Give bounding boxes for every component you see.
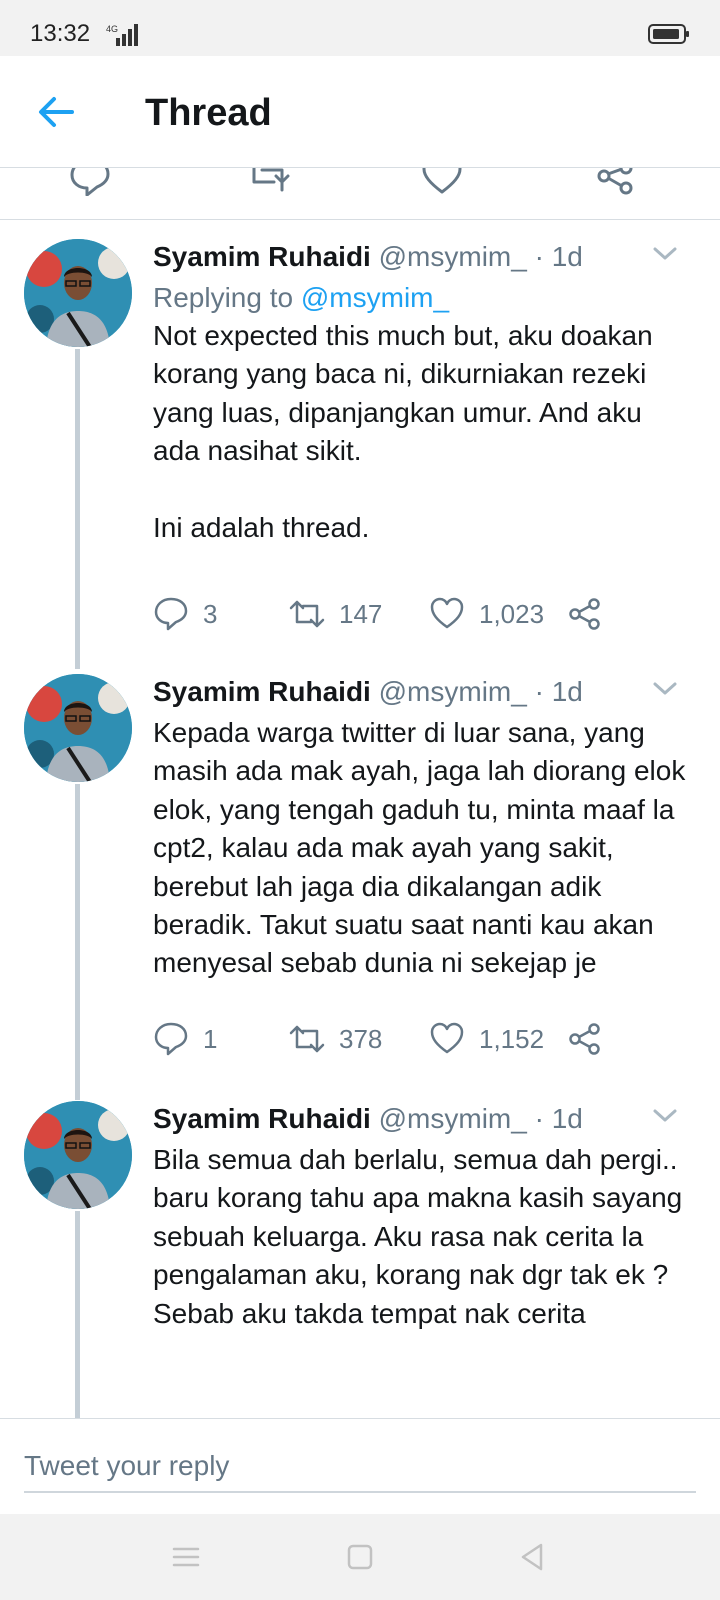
signal-icon: 4G xyxy=(106,24,138,46)
like-button[interactable]: 1,152 xyxy=(429,1019,544,1059)
chevron-down-icon[interactable] xyxy=(652,680,678,698)
retweet-button[interactable]: 378 xyxy=(289,1019,382,1059)
avatar[interactable] xyxy=(24,1101,132,1209)
tweet[interactable]: Syamim Ruhaidi @msymim_ · 1d Replying to… xyxy=(0,239,720,689)
tweet-header: Syamim Ruhaidi @msymim_ · 1d xyxy=(153,239,696,279)
profile-photo xyxy=(24,674,132,782)
profile-photo xyxy=(24,1101,132,1209)
chevron-down-icon[interactable] xyxy=(652,245,678,263)
menu-icon[interactable] xyxy=(169,1540,203,1574)
heart-icon xyxy=(430,1022,464,1054)
avatar[interactable] xyxy=(24,674,132,782)
reply-count: 3 xyxy=(203,598,218,629)
home-square-icon[interactable] xyxy=(343,1540,377,1574)
share-icon xyxy=(569,598,600,630)
replying-to-label: Replying to xyxy=(153,282,294,313)
heart-icon[interactable] xyxy=(420,168,464,196)
system-nav-bar xyxy=(0,1514,720,1600)
heart-icon xyxy=(430,597,464,629)
retweet-button[interactable]: 147 xyxy=(289,594,382,634)
tweet-body: Syamim Ruhaidi @msymim_ · 1d Replying to… xyxy=(153,239,696,547)
like-count: 1,023 xyxy=(479,598,545,629)
author-name[interactable]: Syamim Ruhaidi xyxy=(153,1103,371,1134)
like-count: 1,152 xyxy=(479,1023,545,1054)
previous-tweet-actions xyxy=(0,168,720,220)
tweet-body: Syamim Ruhaidi @msymim_ · 1d Bila semua … xyxy=(153,1101,696,1333)
app-header: Thread xyxy=(0,56,720,168)
author-handle[interactable]: @msymim_ xyxy=(379,241,527,272)
reply-button[interactable]: 3 xyxy=(153,594,217,634)
tweet[interactable]: Syamim Ruhaidi @msymim_ · 1d Kepada warg… xyxy=(0,674,720,1114)
tweet-text: Bila semua dah berlalu, semua dah pergi.… xyxy=(153,1144,691,1329)
author-handle[interactable]: @msymim_ xyxy=(379,676,527,707)
thread-connector xyxy=(75,349,80,669)
author-name[interactable]: Syamim Ruhaidi xyxy=(153,241,371,272)
tweet-text: Kepada warga twitter di luar sana, yang … xyxy=(153,717,694,979)
like-button[interactable]: 1,023 xyxy=(429,594,544,634)
author-name[interactable]: Syamim Ruhaidi xyxy=(153,676,371,707)
retweet-icon xyxy=(289,1025,325,1053)
reply-input[interactable] xyxy=(24,1441,696,1493)
share-button[interactable] xyxy=(567,594,603,634)
back-arrow-icon[interactable] xyxy=(34,90,78,134)
thread-connector xyxy=(75,784,80,1100)
separator: · xyxy=(534,1103,544,1134)
share-icon xyxy=(569,1023,600,1055)
retweet-count: 378 xyxy=(339,1023,383,1054)
reply-icon xyxy=(154,1022,188,1056)
tweet-actions: 3 147 1,023 xyxy=(153,594,673,634)
reply-button[interactable]: 1 xyxy=(153,1019,217,1059)
tweet-body: Syamim Ruhaidi @msymim_ · 1d Kepada warg… xyxy=(153,674,696,983)
replying-to-mention[interactable]: @msymim_ xyxy=(301,282,449,313)
tweet-text: Not expected this much but, aku doakan k… xyxy=(153,320,653,544)
chevron-down-icon[interactable] xyxy=(652,1107,678,1125)
page-title: Thread xyxy=(145,92,272,134)
separator: · xyxy=(534,241,544,272)
battery-icon xyxy=(648,24,689,44)
tweet-header: Syamim Ruhaidi @msymim_ · 1d xyxy=(153,1101,696,1141)
author-handle[interactable]: @msymim_ xyxy=(379,1103,527,1134)
reply-icon[interactable] xyxy=(68,168,112,196)
thread-connector xyxy=(75,1211,80,1418)
profile-photo xyxy=(24,239,132,347)
tweet-time: 1d xyxy=(551,241,583,272)
separator: · xyxy=(534,676,544,707)
tweet-header: Syamim Ruhaidi @msymim_ · 1d xyxy=(153,674,696,714)
reply-icon xyxy=(154,597,188,631)
tweet-time: 1d xyxy=(551,1103,583,1134)
tweet-actions: 1 378 1,152 xyxy=(153,1019,673,1059)
share-button[interactable] xyxy=(567,1019,603,1059)
status-bar: 13:32 4G xyxy=(0,0,720,56)
reply-composer xyxy=(0,1418,720,1514)
avatar[interactable] xyxy=(24,239,132,347)
reply-count: 1 xyxy=(203,1023,218,1054)
tweet[interactable]: Syamim Ruhaidi @msymim_ · 1d Bila semua … xyxy=(0,1101,720,1418)
replying-to: Replying to @msymim_ xyxy=(153,279,696,317)
retweet-count: 147 xyxy=(339,598,383,629)
tweet-time: 1d xyxy=(551,676,583,707)
back-triangle-icon[interactable] xyxy=(515,1540,549,1574)
status-time: 13:32 xyxy=(30,20,91,47)
retweet-icon xyxy=(289,600,325,628)
retweet-icon[interactable] xyxy=(246,168,290,196)
network-type: 4G xyxy=(106,24,118,34)
share-icon[interactable] xyxy=(594,168,638,196)
